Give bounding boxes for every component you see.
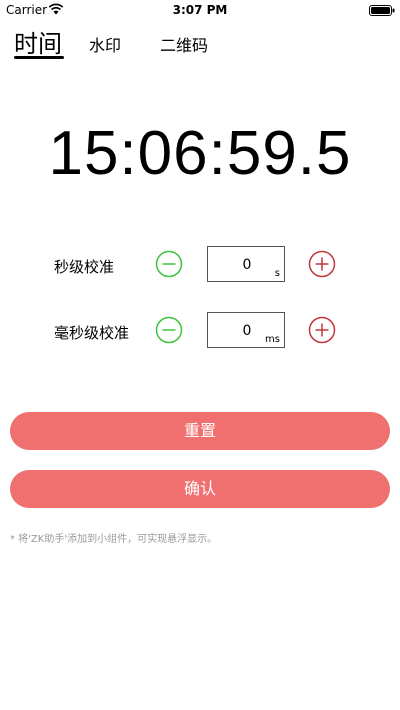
tab-bar: 时间 水印 二维码 (0, 24, 400, 64)
status-bar: Carrier 3:07 PM (0, 0, 400, 20)
battery-icon (369, 5, 395, 16)
second-calibration-label: 秒级校准 (54, 258, 115, 276)
second-minus-button[interactable] (155, 250, 183, 278)
ms-minus-button[interactable] (155, 316, 183, 344)
second-plus-button[interactable] (308, 250, 336, 278)
second-calibration-row: 秒级校准 0 s (0, 246, 400, 286)
confirm-button[interactable]: 确认 (10, 470, 390, 508)
tab-active-indicator (14, 56, 64, 59)
ms-calibration-row: 毫秒级校准 0 ms (0, 312, 400, 352)
tab-time[interactable]: 时间 (14, 24, 62, 59)
ms-unit: ms (265, 334, 280, 345)
tab-qrcode[interactable]: 二维码 (160, 32, 208, 56)
ms-plus-button[interactable] (308, 316, 336, 344)
time-display: 15:06:59.5 (48, 119, 352, 188)
status-time: 3:07 PM (172, 3, 228, 17)
ms-value-field[interactable]: 0 ms (207, 312, 285, 348)
second-value-field[interactable]: 0 s (207, 246, 285, 282)
ms-calibration-label: 毫秒级校准 (54, 324, 130, 342)
second-unit: s (274, 268, 280, 279)
widget-hint: * 将'ZK助手'添加到小组件，可实现悬浮显示。 (10, 534, 218, 545)
tab-watermark[interactable]: 水印 (89, 32, 121, 56)
reset-button[interactable]: 重置 (10, 412, 390, 450)
